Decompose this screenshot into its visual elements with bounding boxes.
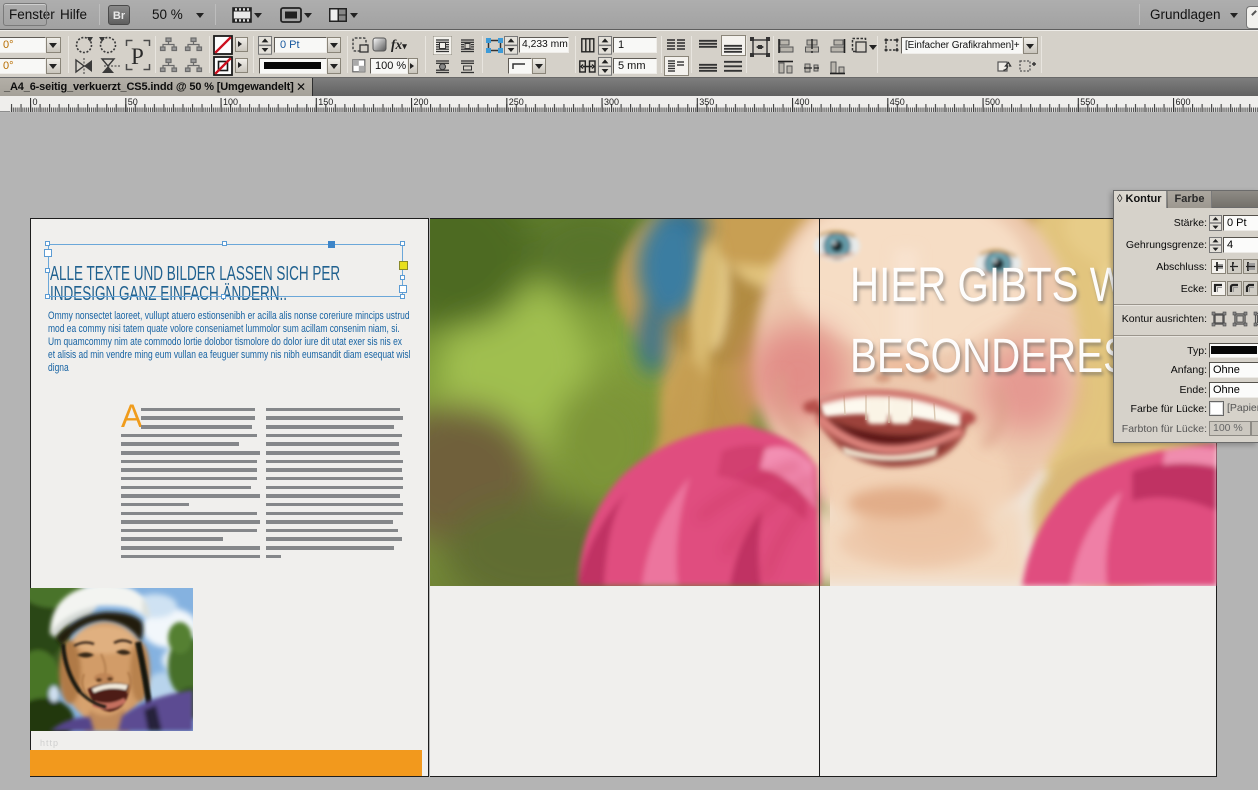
- svg-text:P: P: [131, 44, 144, 69]
